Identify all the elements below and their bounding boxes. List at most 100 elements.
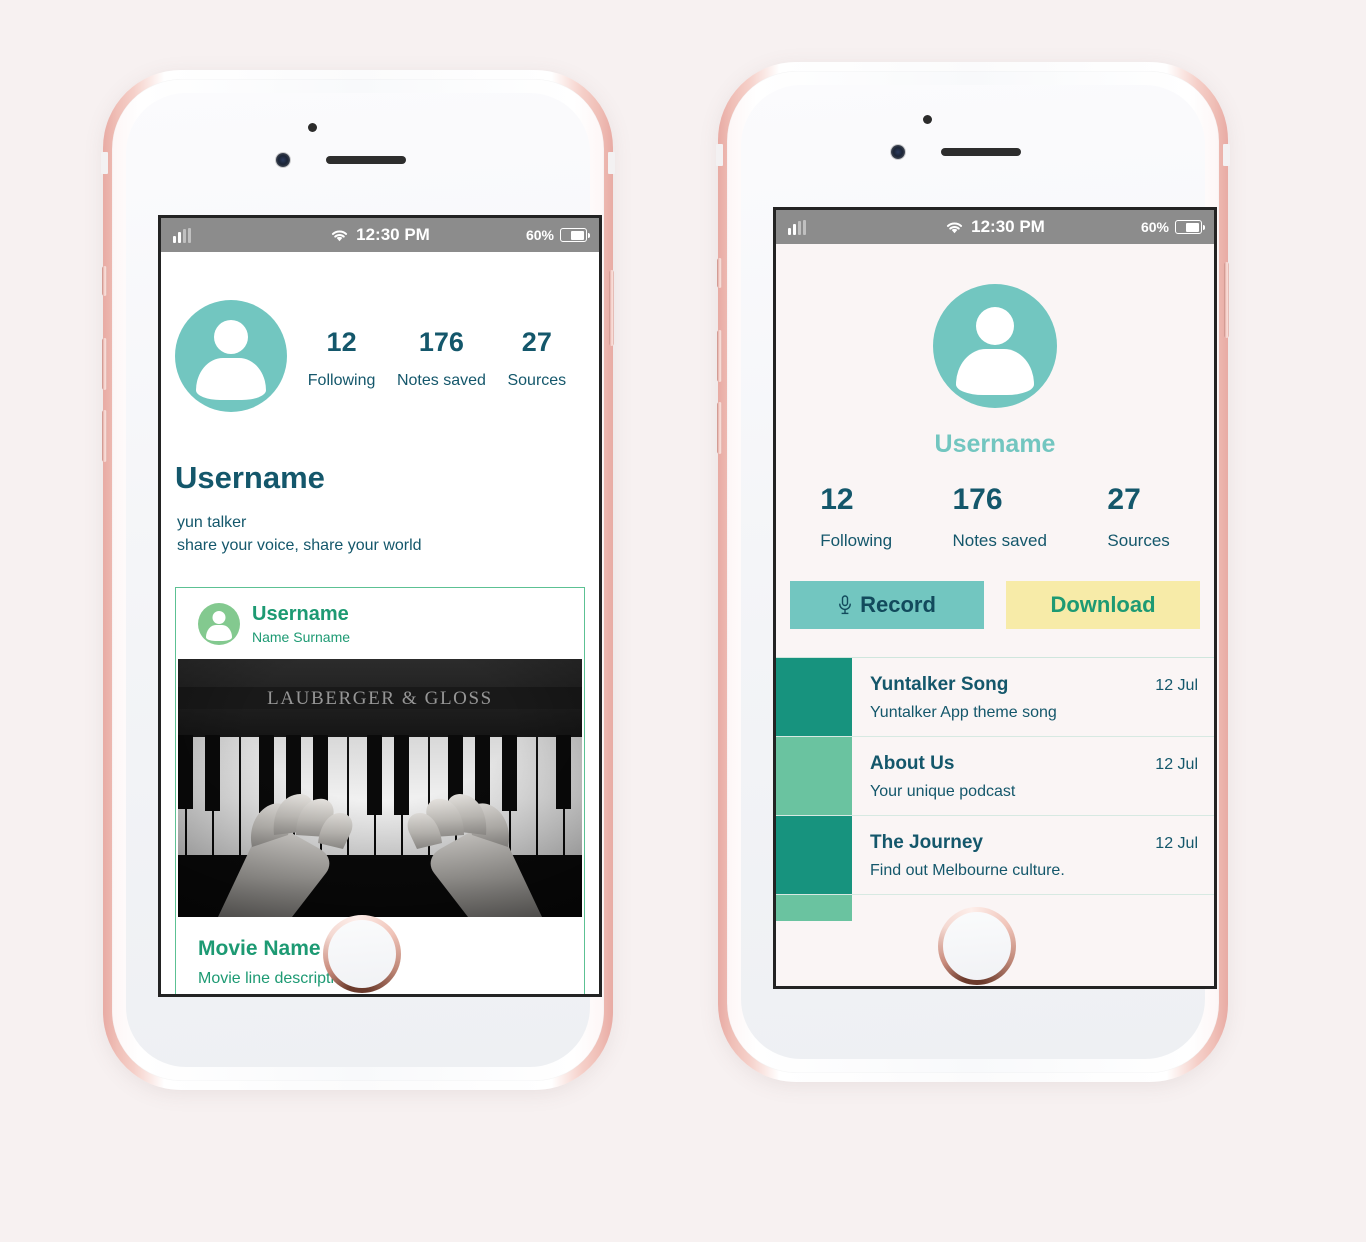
stat-sources-label: Sources	[507, 372, 567, 390]
status-bar-right-group: 60%	[1141, 219, 1205, 235]
profile-bio: yun talker share your voice, share your …	[177, 512, 599, 557]
profile-screen-body: 12 Following 176 Notes saved 27 Sources	[161, 252, 599, 994]
user-avatar-icon[interactable]	[175, 300, 287, 412]
home-button-right[interactable]	[938, 907, 1016, 985]
antenna-band-left-right-phone	[716, 144, 723, 166]
power-button[interactable]	[609, 270, 614, 346]
proximity-sensor-icon	[308, 123, 317, 132]
stat-notes-saved-value-right: 176	[952, 483, 1003, 516]
volume-up-button-right[interactable]	[717, 330, 722, 382]
list-item[interactable]: About Us 12 Jul Your unique podcast	[776, 737, 1214, 816]
post-image[interactable]: LAUBERGER & GLOSS	[178, 659, 582, 918]
stat-following-right[interactable]: 12 Following	[820, 483, 892, 551]
mute-switch-right[interactable]	[717, 258, 722, 288]
list-item-top-row: About Us 12 Jul	[870, 753, 1198, 775]
profile-stats: 12 Following 176 Notes saved 27 Sources	[297, 326, 577, 390]
status-bar-time-right: 12:30 PM	[971, 217, 1045, 236]
post-author-fullname: Name Surname	[252, 629, 351, 646]
battery-percent-label: 60%	[525, 227, 554, 243]
list-item-color-swatch	[776, 737, 852, 815]
list-item-title: About Us	[870, 753, 955, 774]
profile-display-name: Username	[175, 460, 325, 495]
stat-following-value: 12	[326, 326, 357, 357]
mute-switch[interactable]	[102, 266, 107, 296]
record-button[interactable]: Record	[790, 581, 984, 629]
signal-bars-icon-right	[788, 219, 806, 235]
list-item-date: 12 Jul	[1155, 756, 1198, 773]
list-item-content-partial	[852, 895, 1214, 921]
profile-bio-line-2: share your voice, share your world	[177, 536, 422, 554]
list-item-top-row: Yuntalker Song 12 Jul	[870, 674, 1198, 696]
list-item-description: Your unique podcast	[870, 783, 1016, 800]
stat-notes-saved-right[interactable]: 176 Notes saved	[952, 483, 1047, 551]
stat-sources[interactable]: 27 Sources	[507, 326, 566, 390]
stat-following-value-right: 12	[820, 483, 854, 516]
post-author-username: Username	[252, 603, 349, 626]
list-item-description: Find out Melbourne culture.	[870, 862, 1065, 879]
home-button-left[interactable]	[323, 915, 401, 993]
stat-sources-value-right: 27	[1107, 483, 1141, 516]
dashboard-username: Username	[934, 430, 1056, 458]
dashboard-screen-body: Username 12 Following 176 Notes saved 27	[776, 244, 1214, 986]
stat-notes-saved-value: 176	[418, 326, 464, 357]
download-button[interactable]: Download	[1006, 581, 1200, 629]
stat-notes-saved-label: Notes saved	[396, 372, 486, 390]
phone-device-left: 12:30 PM 60% 12 Following 176 Notes save…	[101, 70, 615, 1090]
status-bar-right: 12:30 PM 60%	[776, 210, 1214, 244]
list-item-content: Yuntalker Song 12 Jul Yuntalker App them…	[852, 658, 1214, 736]
download-button-label: Download	[1050, 592, 1156, 617]
status-bar-time: 12:30 PM	[356, 225, 430, 244]
power-button-right[interactable]	[1224, 262, 1229, 338]
wifi-icon	[947, 222, 963, 234]
list-item-date: 12 Jul	[1155, 677, 1198, 694]
volume-up-button[interactable]	[102, 338, 107, 390]
list-item-top-row: The Journey 12 Jul	[870, 832, 1198, 854]
antenna-band-right	[608, 152, 615, 174]
profile-bio-line-1: yun talker	[177, 514, 247, 531]
stat-following-label-right: Following	[820, 531, 893, 550]
stat-following[interactable]: 12 Following	[308, 326, 376, 390]
antenna-band-right-right-phone	[1223, 144, 1230, 166]
piano-keys-photo-graphic: LAUBERGER & GLOSS	[178, 659, 582, 918]
proximity-sensor-icon-right	[923, 115, 932, 124]
dashboard-stats: 12 Following 176 Notes saved 27 Sources	[776, 483, 1214, 551]
list-item-content: The Journey 12 Jul Find out Melbourne cu…	[852, 816, 1214, 894]
list-item[interactable]: Yuntalker Song 12 Jul Yuntalker App them…	[776, 658, 1214, 737]
front-camera-icon	[276, 153, 290, 167]
list-item-color-swatch	[776, 895, 852, 921]
volume-down-button[interactable]	[102, 410, 107, 462]
stat-following-label: Following	[307, 372, 376, 390]
volume-down-button-right[interactable]	[717, 402, 722, 454]
user-avatar-icon-right[interactable]	[933, 284, 1057, 408]
screen-left: 12:30 PM 60% 12 Following 176 Notes save…	[158, 215, 602, 997]
front-camera-icon-right	[891, 145, 905, 159]
list-item-description: Yuntalker App theme song	[870, 704, 1057, 721]
screen-right: 12:30 PM 60% Username 12 Following 176 N…	[773, 207, 1217, 989]
stat-notes-saved[interactable]: 176 Notes saved	[397, 326, 486, 390]
list-item[interactable]: The Journey 12 Jul Find out Melbourne cu…	[776, 816, 1214, 895]
stat-sources-value: 27	[521, 326, 552, 357]
dashboard-actions: Record Download	[790, 581, 1200, 629]
profile-header: 12 Following 176 Notes saved 27 Sources	[161, 252, 599, 412]
earpiece-speaker-icon-right	[941, 148, 1021, 156]
list-item-content: About Us 12 Jul Your unique podcast	[852, 737, 1214, 815]
antenna-band-left	[101, 152, 108, 174]
signal-bars-icon	[173, 227, 191, 243]
microphone-icon	[839, 595, 851, 615]
dashboard-header: Username	[776, 244, 1214, 459]
stat-sources-label-right: Sources	[1107, 531, 1170, 550]
earpiece-speaker-icon	[326, 156, 406, 164]
phone-device-right: 12:30 PM 60% Username 12 Following 176 N…	[716, 62, 1230, 1082]
list-item-title: Yuntalker Song	[870, 674, 1009, 695]
stat-sources-right[interactable]: 27 Sources	[1107, 483, 1169, 551]
phone-inner-bezel-left: 12:30 PM 60% 12 Following 176 Notes save…	[112, 79, 604, 1081]
list-item-date: 12 Jul	[1155, 835, 1198, 852]
wifi-icon	[332, 230, 348, 242]
battery-icon	[560, 228, 590, 242]
phone-body-right: 12:30 PM 60% Username 12 Following 176 N…	[741, 85, 1217, 1059]
battery-icon-right	[1175, 220, 1205, 234]
phone-inner-bezel-right: 12:30 PM 60% Username 12 Following 176 N…	[727, 71, 1219, 1073]
status-bar-right: 60%	[525, 227, 590, 243]
post-author: Username Name Surname	[252, 602, 350, 645]
user-avatar-small-icon[interactable]	[198, 602, 240, 645]
